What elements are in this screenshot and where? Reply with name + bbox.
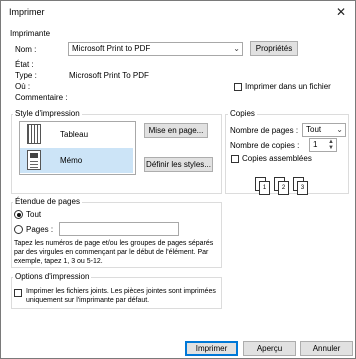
spinner-arrows-icon: ▲ ▼ <box>328 139 334 151</box>
chevron-down-icon: ⌄ <box>336 125 343 134</box>
pages-count-value: Tout <box>306 125 322 134</box>
properties-button[interactable]: Propriétés <box>250 41 298 56</box>
title-bar: Imprimer ✕ <box>1 1 355 23</box>
collate-page-3: 3 <box>297 181 308 195</box>
chevron-down-icon: ⌄ <box>233 44 240 53</box>
copies-count-value: 1 <box>313 140 318 149</box>
printer-name-dropdown[interactable]: Microsoft Print to PDF ⌄ <box>68 42 243 56</box>
close-icon[interactable]: ✕ <box>333 4 349 20</box>
printer-name-label: Nom : <box>15 45 37 54</box>
print-options-group-label: Options d'impression <box>13 272 92 281</box>
print-dialog: Imprimer ✕ Imprimante Nom : Microsoft Pr… <box>0 0 356 359</box>
print-attachments-label: Imprimer les fichiers joints. Les pièces… <box>26 288 216 304</box>
window-title: Imprimer <box>9 7 45 17</box>
copies-group-label: Copies <box>228 109 257 118</box>
printer-name-value: Microsoft Print to PDF <box>72 44 151 53</box>
style-item-label: Tableau <box>60 130 89 139</box>
range-pages-radio[interactable] <box>14 225 23 234</box>
print-to-file-checkbox[interactable] <box>234 83 242 91</box>
collate-page-1: 1 <box>259 181 270 195</box>
style-item-memo[interactable]: Mémo <box>20 148 133 173</box>
collate-checkbox[interactable] <box>231 155 239 163</box>
printer-type-label: Type : <box>15 71 37 80</box>
printer-type-value: Microsoft Print To PDF <box>69 71 149 80</box>
range-pages-label: Pages : <box>26 225 54 234</box>
memo-style-icon <box>27 150 41 170</box>
page-range-group-label: Étendue de pages <box>13 197 82 206</box>
collate-label: Copies assemblées <box>242 154 312 163</box>
print-to-file-label: Imprimer dans un fichier <box>245 82 331 91</box>
print-style-group-label: Style d'impression <box>13 109 82 118</box>
range-all-label: Tout <box>26 210 42 219</box>
define-styles-button[interactable]: Définir les styles... <box>144 157 213 172</box>
range-pages-input[interactable] <box>59 222 179 236</box>
table-style-icon <box>27 124 41 144</box>
printer-comment-label: Commentaire : <box>15 93 68 102</box>
collate-page-2: 2 <box>278 181 289 195</box>
cancel-button[interactable]: Annuler <box>300 341 353 356</box>
print-style-list[interactable]: Tableau Mémo <box>19 121 136 175</box>
print-attachments-checkbox[interactable] <box>14 289 22 297</box>
printer-status-label: État : <box>15 60 34 69</box>
printer-group-label: Imprimante <box>10 29 51 38</box>
pages-count-dropdown[interactable]: Tout ⌄ <box>302 123 346 137</box>
copies-count-spinner[interactable]: 1 ▲ ▼ <box>309 138 337 152</box>
page-setup-button[interactable]: Mise en page... <box>144 123 208 138</box>
preview-button[interactable]: Aperçu <box>243 341 296 356</box>
pages-count-label: Nombre de pages : <box>230 126 299 135</box>
copies-count-label: Nombre de copies : <box>230 141 300 150</box>
range-all-radio[interactable] <box>14 210 23 219</box>
style-item-table[interactable]: Tableau <box>20 122 133 147</box>
print-button[interactable]: Imprimer <box>185 341 238 356</box>
range-help-text: Tapez les numéros de page et/ou les grou… <box>14 240 214 265</box>
style-item-label: Mémo <box>60 156 83 165</box>
printer-where-label: Où : <box>15 82 31 91</box>
